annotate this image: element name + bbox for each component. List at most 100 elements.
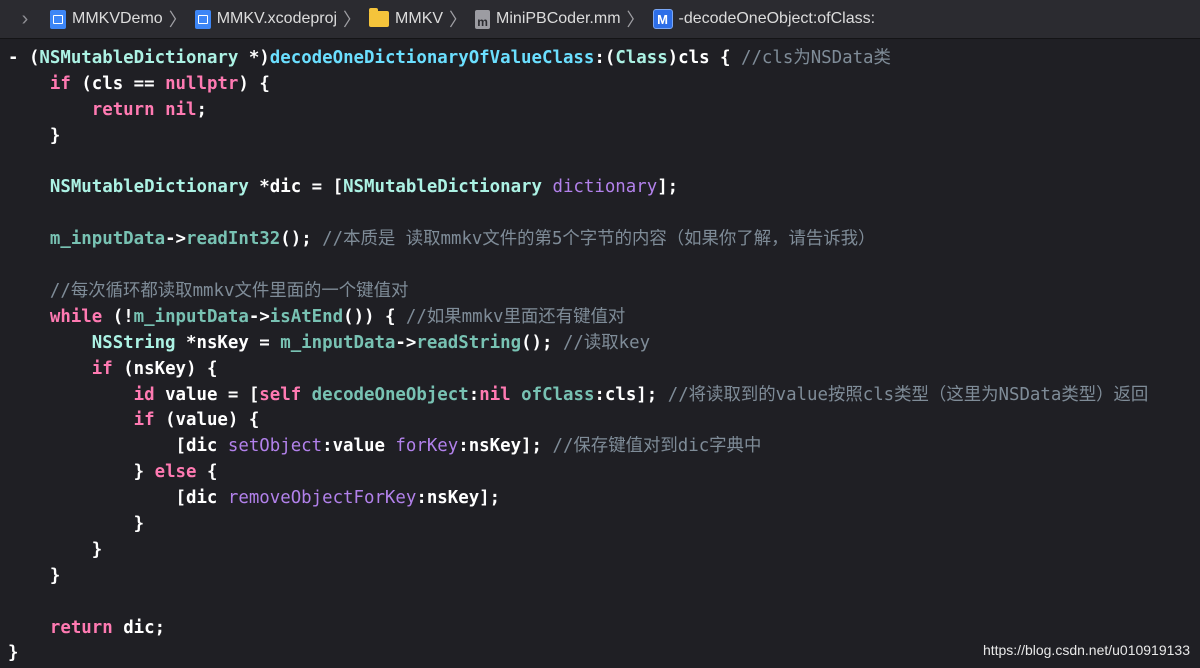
code-token: )cls { bbox=[667, 48, 741, 68]
breadcrumb-label: MMKVDemo bbox=[72, 10, 163, 27]
code-comment: //每次循环都读取mmkv文件里面的一个键值对 bbox=[49, 281, 409, 302]
code-token: return bbox=[49, 617, 113, 638]
code-token: : bbox=[468, 384, 480, 405]
code-token: ; bbox=[196, 99, 207, 120]
code-token: (); bbox=[521, 332, 563, 353]
code-editor[interactable]: - (NSMutableDictionary *)decodeOneDictio… bbox=[8, 46, 1148, 667]
chevron-right-icon[interactable]: › bbox=[0, 8, 50, 31]
breadcrumb-xcodeproj[interactable]: MMKV.xcodeproj bbox=[194, 9, 338, 29]
code-line: [dic removeObjectForKey:nsKey]; bbox=[8, 486, 1148, 512]
code-line: } bbox=[8, 641, 1148, 667]
code-token: NSMutableDictionary bbox=[39, 48, 239, 68]
code-line: while (!m_inputData->isAtEnd()) { //如果mm… bbox=[8, 305, 1148, 331]
code-token: else bbox=[154, 462, 197, 483]
code-token: value = [ bbox=[154, 384, 260, 405]
breadcrumb-file[interactable]: m MiniPBCoder.mm bbox=[475, 9, 621, 29]
code-token: -> bbox=[395, 332, 417, 353]
code-comment: //读取key bbox=[562, 332, 651, 353]
code-token: NSMutableDictionary bbox=[49, 177, 249, 198]
code-token: NSString bbox=[91, 332, 176, 353]
code-token: return bbox=[91, 99, 155, 120]
code-token: *dic = [ bbox=[248, 177, 344, 198]
code-token: readInt32 bbox=[186, 229, 281, 250]
code-line: NSMutableDictionary *dic = [NSMutableDic… bbox=[8, 175, 1148, 201]
jump-bar: › MMKVDemo 〉 MMKV.xcodeproj 〉 MMKV 〉 m M… bbox=[0, 0, 1200, 39]
breadcrumb-project[interactable]: MMKVDemo bbox=[50, 9, 163, 29]
code-line: } bbox=[8, 512, 1148, 538]
code-line: return dic; bbox=[8, 616, 1148, 642]
code-line: - (NSMutableDictionary *)decodeOneDictio… bbox=[8, 46, 1148, 72]
breadcrumb-method[interactable]: M -decodeOneObject:ofClass: bbox=[652, 9, 875, 29]
code-token: isAtEnd bbox=[269, 306, 344, 327]
code-token: -> bbox=[248, 306, 270, 327]
code-token: decodeOneDictionaryOfValueClass bbox=[269, 48, 595, 68]
code-token: } bbox=[8, 643, 19, 664]
code-token: (); bbox=[280, 229, 323, 250]
code-comment: //将读取到的value按照cls类型（这里为NSData类型）返回 bbox=[667, 384, 1149, 405]
code-line: return nil; bbox=[8, 98, 1148, 124]
code-token: setObject bbox=[227, 436, 323, 457]
code-token: Class bbox=[615, 48, 668, 68]
code-token: } bbox=[8, 125, 61, 146]
code-line: if (nsKey) { bbox=[8, 357, 1148, 383]
code-comment: //cls为NSData类 bbox=[740, 48, 891, 68]
code-token: :nsKey]; bbox=[458, 436, 553, 457]
code-line: if (cls == nullptr) { bbox=[8, 72, 1148, 98]
code-token: } bbox=[8, 514, 145, 535]
code-token: (! bbox=[102, 306, 134, 327]
code-comment: //保存键值对到dic字典中 bbox=[552, 436, 762, 457]
code-token: id bbox=[133, 384, 155, 405]
breadcrumb-separator-icon: 〉 bbox=[449, 10, 468, 30]
code-token: m_inputData bbox=[280, 332, 396, 353]
xcodeproj-icon bbox=[194, 9, 211, 29]
code-token: :nsKey]; bbox=[416, 488, 501, 509]
code-line: m_inputData->readInt32(); //本质是 读取mmkv文件… bbox=[8, 227, 1148, 253]
code-comment: //如果mmkv里面还有键值对 bbox=[405, 306, 626, 327]
code-token: decodeOneObject bbox=[311, 384, 469, 405]
code-token: -> bbox=[165, 229, 187, 250]
code-line: } bbox=[8, 564, 1148, 590]
code-token: :cls]; bbox=[594, 384, 668, 405]
method-icon: M bbox=[652, 9, 673, 29]
code-token: :value bbox=[322, 436, 396, 457]
code-token: } bbox=[8, 565, 61, 586]
code-token: { bbox=[196, 462, 218, 483]
code-token: nullptr bbox=[165, 73, 239, 94]
breadcrumb-label: MMKV.xcodeproj bbox=[216, 10, 338, 27]
breadcrumb-label: MiniPBCoder.mm bbox=[496, 10, 621, 27]
code-token: ()) { bbox=[343, 306, 406, 327]
folder-icon bbox=[369, 8, 390, 27]
code-token: if bbox=[49, 73, 71, 94]
code-token: removeObjectForKey bbox=[227, 488, 417, 509]
breadcrumb-separator-icon: 〉 bbox=[168, 10, 187, 30]
code-token: [dic bbox=[8, 488, 228, 509]
watermark: https://blog.csdn.net/u010919133 bbox=[982, 642, 1190, 658]
code-token: :( bbox=[594, 48, 616, 68]
code-line: } bbox=[8, 538, 1148, 564]
breadcrumb-folder[interactable]: MMKV bbox=[369, 8, 444, 28]
code-line: } else { bbox=[8, 460, 1148, 486]
code-token: dictionary bbox=[552, 177, 658, 198]
code-line: [dic setObject:value forKey:nsKey]; //保存… bbox=[8, 434, 1148, 460]
code-token: self bbox=[259, 384, 302, 405]
code-token: ofClass bbox=[521, 384, 595, 405]
code-token: (value) { bbox=[154, 410, 260, 431]
code-line: //每次循环都读取mmkv文件里面的一个键值对 bbox=[8, 279, 1148, 305]
code-comment: //本质是 读取mmkv文件的第5个字节的内容（如果你了解，请告诉我） bbox=[322, 229, 876, 250]
breadcrumb-label: MMKV bbox=[395, 10, 444, 27]
code-token: forKey bbox=[395, 436, 459, 457]
code-token: if bbox=[91, 358, 113, 379]
code-token: if bbox=[133, 410, 155, 431]
